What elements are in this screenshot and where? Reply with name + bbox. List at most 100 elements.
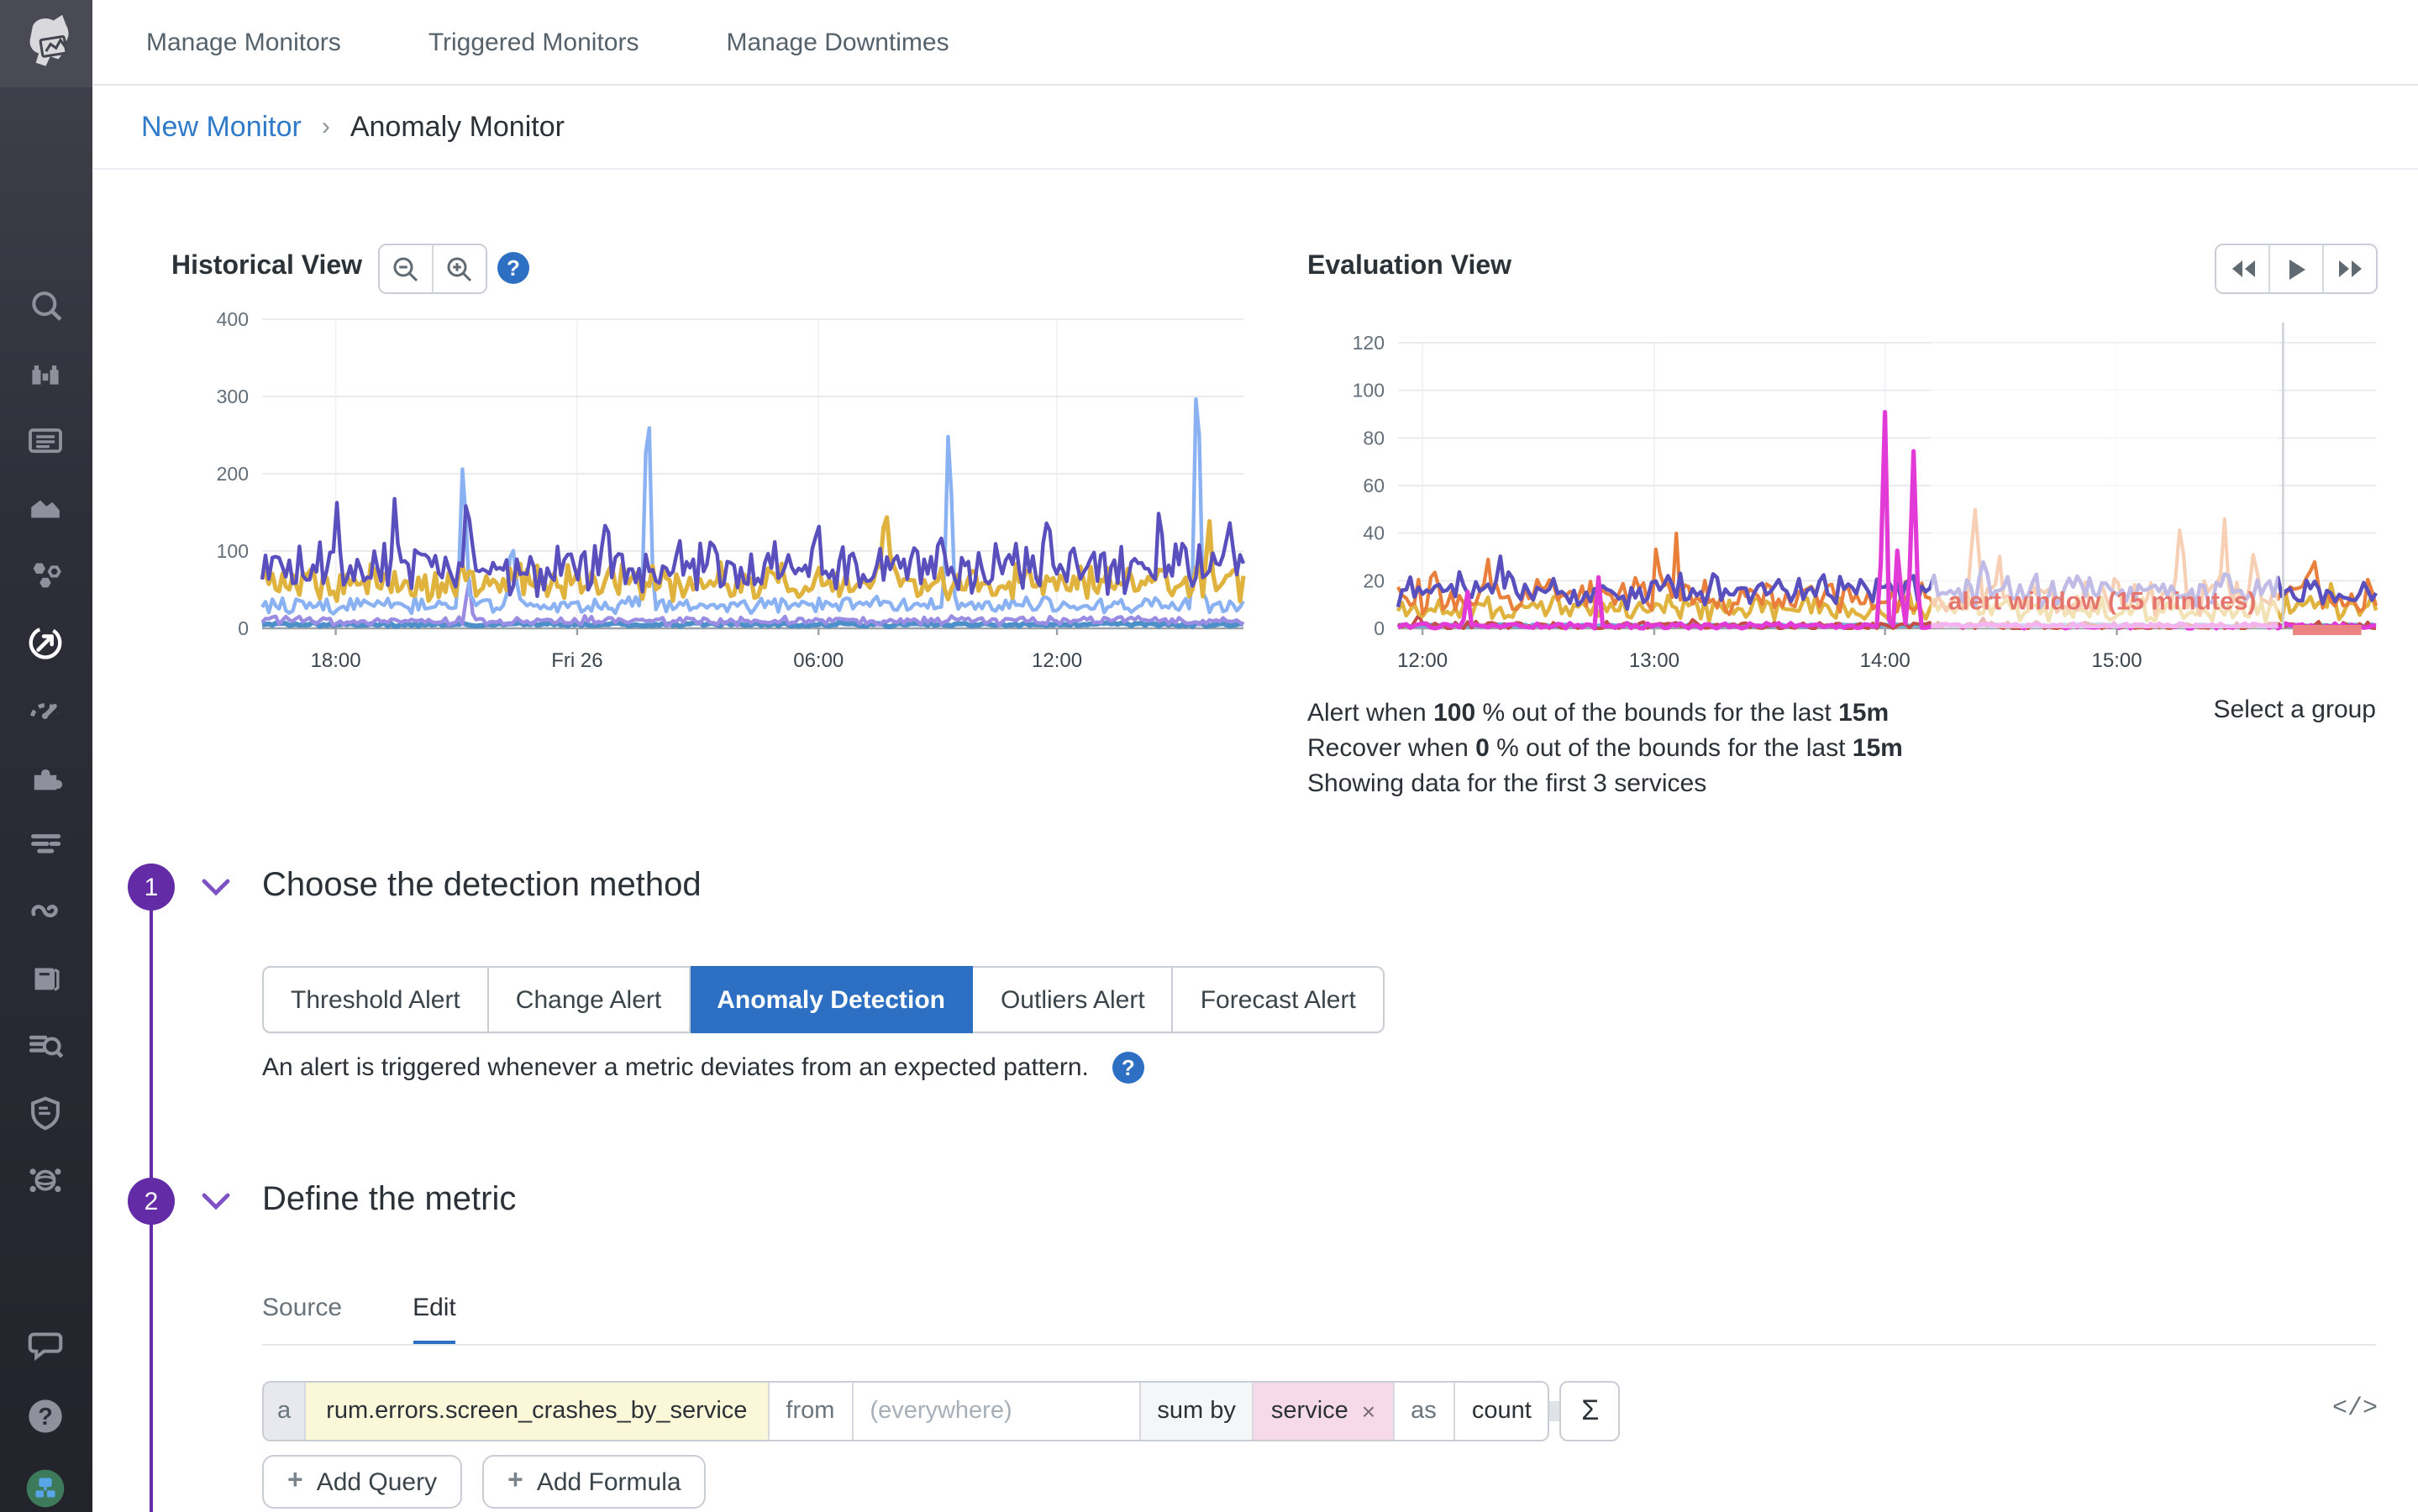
query-actions: + Add Query + Add Formula — [262, 1455, 707, 1509]
historical-view-title: Historical View — [171, 252, 362, 282]
step-2-collapse-chevron-down-icon[interactable] — [202, 1189, 230, 1220]
scope-input[interactable]: (everywhere) — [851, 1383, 1138, 1440]
step-2-title: Define the metric — [262, 1181, 516, 1220]
query-group: a rum.errors.screen_crashes_by_service f… — [262, 1381, 1550, 1441]
svg-text:12:00: 12:00 — [1032, 649, 1082, 672]
detection-help-icon[interactable]: ? — [1112, 1052, 1144, 1084]
top-navigation: Manage Monitors Triggered Monitors Manage … — [92, 0, 2418, 86]
sidebar-user-avatar[interactable] — [25, 1468, 66, 1509]
sidebar-apm-icon[interactable] — [25, 554, 66, 595]
historical-help-icon[interactable]: ? — [497, 252, 529, 284]
left-sidebar: ? — [0, 0, 92, 1512]
zoom-out-button[interactable] — [380, 245, 432, 292]
sidebar-network-icon[interactable] — [25, 1159, 66, 1200]
recover-condition-line: Recover when 0 % out of the bounds for t… — [1307, 731, 1903, 766]
group-by-pill[interactable]: service × — [1253, 1383, 1392, 1440]
magnifier-plus-icon — [445, 255, 474, 283]
sidebar-metrics-icon[interactable] — [25, 486, 66, 526]
select-a-group[interactable]: Select a group — [2214, 696, 2376, 724]
nav-item-manage-monitors[interactable]: Manage Monitors — [146, 28, 341, 56]
sidebar-integrations-icon[interactable] — [25, 756, 66, 796]
fast-forward-button[interactable] — [2322, 245, 2376, 292]
svg-text:12:00: 12:00 — [1397, 649, 1448, 672]
svg-text:400: 400 — [217, 308, 249, 330]
sum-by-label[interactable]: sum by — [1138, 1383, 1253, 1440]
svg-text:120: 120 — [1353, 332, 1385, 354]
step-1-title: Choose the detection method — [262, 867, 702, 906]
breadcrumb-separator-icon: › — [322, 113, 330, 141]
sidebar-ci-icon[interactable] — [25, 890, 66, 931]
plus-icon: + — [287, 1467, 303, 1497]
evaluation-playback-controls — [2215, 244, 2378, 294]
play-icon — [2286, 258, 2306, 280]
svg-text:15:00: 15:00 — [2092, 649, 2142, 672]
zoom-in-button[interactable] — [432, 245, 486, 292]
metric-name-input[interactable]: rum.errors.screen_crashes_by_service — [304, 1383, 767, 1440]
metric-tabs: Source Edit — [262, 1294, 456, 1346]
tab-source[interactable]: Source — [262, 1294, 342, 1346]
add-query-button[interactable]: + Add Query — [262, 1455, 462, 1509]
step-1-collapse-chevron-down-icon[interactable] — [202, 875, 230, 906]
alert-window-label: alert window (15 minutes) — [1948, 587, 2257, 615]
svg-text:60: 60 — [1363, 475, 1385, 496]
datadog-logo[interactable] — [0, 0, 92, 87]
query-sigma-connector — [1550, 1401, 1560, 1421]
fast-forward-icon — [2337, 259, 2363, 279]
sigma-function-button[interactable]: Σ — [1560, 1381, 1621, 1441]
svg-text:100: 100 — [217, 540, 249, 562]
svg-text:200: 200 — [217, 463, 249, 485]
evaluation-chart: 020406080100120alert window (15 minutes)… — [1321, 299, 2383, 685]
showing-data-line: Showing data for the first 3 services — [1307, 766, 1903, 801]
nav-item-triggered-monitors[interactable]: Triggered Monitors — [428, 28, 639, 56]
breadcrumb-current: Anomaly Monitor — [350, 110, 565, 144]
remove-group-close-icon[interactable]: × — [1362, 1398, 1375, 1425]
plus-icon: + — [507, 1467, 523, 1497]
sidebar-watchdog-icon[interactable] — [25, 353, 66, 393]
aggregator-select[interactable]: count — [1453, 1383, 1548, 1440]
metric-query-row: a rum.errors.screen_crashes_by_service f… — [262, 1381, 1621, 1441]
play-button[interactable] — [2268, 245, 2322, 292]
step-2-badge: 2 — [128, 1178, 175, 1225]
from-label: from — [767, 1383, 851, 1440]
magnifier-minus-icon — [392, 255, 420, 283]
svg-text:20: 20 — [1363, 570, 1385, 591]
as-label: as — [1392, 1383, 1453, 1440]
sidebar-dashboards-icon[interactable] — [25, 420, 66, 460]
detection-button-change-alert[interactable]: Change Alert — [489, 966, 690, 1033]
detection-button-forecast-alert[interactable]: Forecast Alert — [1174, 966, 1385, 1033]
svg-text:100: 100 — [1353, 380, 1385, 402]
group-by-value: service — [1271, 1398, 1348, 1425]
tab-divider — [262, 1344, 2376, 1346]
sidebar-notebooks-icon[interactable] — [25, 958, 66, 998]
historical-chart: 010020030040018:00Fri 2606:0012:00 — [198, 299, 1248, 685]
detection-button-outliers-alert[interactable]: Outliers Alert — [974, 966, 1174, 1033]
svg-text:40: 40 — [1363, 522, 1385, 544]
query-letter[interactable]: a — [264, 1383, 304, 1440]
detection-button-anomaly-detection[interactable]: Anomaly Detection — [690, 966, 974, 1033]
detection-description-row: An alert is triggered whenever a metric … — [262, 1052, 1144, 1084]
code-view-toggle-icon[interactable]: </> — [2332, 1394, 2378, 1423]
rewind-button[interactable] — [2216, 245, 2268, 292]
detection-description: An alert is triggered whenever a metric … — [262, 1053, 1089, 1082]
alert-condition-line: Alert when 100 % out of the bounds for t… — [1307, 696, 1903, 731]
detection-button-threshold-alert[interactable]: Threshold Alert — [262, 966, 489, 1033]
svg-text:?: ? — [38, 1404, 53, 1431]
sidebar-synthetics-icon[interactable] — [25, 689, 66, 729]
add-formula-button[interactable]: + Add Formula — [482, 1455, 706, 1509]
sidebar-chat-icon[interactable] — [25, 1324, 66, 1364]
svg-text:0: 0 — [238, 617, 249, 639]
breadcrumb-link-new-monitor[interactable]: New Monitor — [141, 110, 302, 144]
svg-text:18:00: 18:00 — [311, 649, 361, 672]
sidebar-help-icon[interactable]: ? — [25, 1396, 66, 1436]
svg-text:Fri 26: Fri 26 — [551, 649, 602, 672]
datadog-bear-icon — [14, 12, 78, 76]
nav-item-manage-downtimes[interactable]: Manage Downtimes — [726, 28, 949, 56]
tab-edit[interactable]: Edit — [413, 1294, 456, 1346]
sidebar-monitors-icon[interactable] — [25, 622, 66, 662]
sidebar-search-icon[interactable] — [25, 286, 66, 326]
breadcrumb: New Monitor › Anomaly Monitor — [92, 86, 2418, 170]
sidebar-log-explorer-icon[interactable] — [25, 1025, 66, 1065]
sidebar-processes-icon[interactable] — [25, 823, 66, 864]
sidebar-security-icon[interactable] — [25, 1092, 66, 1132]
svg-text:80: 80 — [1363, 427, 1385, 449]
